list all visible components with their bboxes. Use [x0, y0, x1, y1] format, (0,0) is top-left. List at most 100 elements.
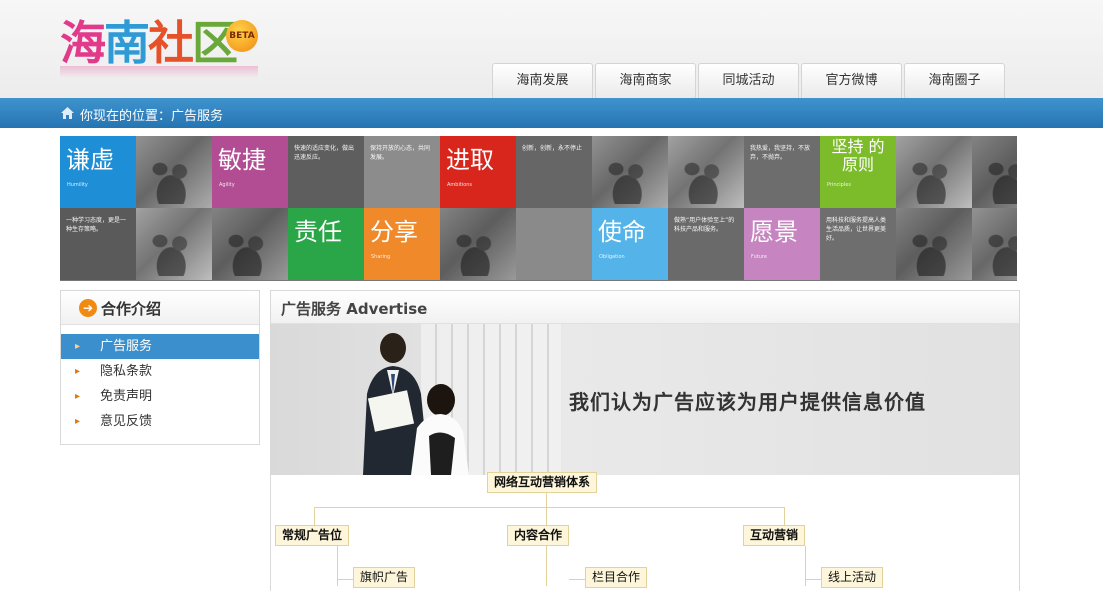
banner-photo	[668, 136, 744, 208]
banner-value-tile: 谦虚 Humility	[60, 136, 136, 208]
connector-line	[546, 507, 547, 525]
banner-caption-tile: 做熟“用户体验至上”的科技产品和服务。	[668, 208, 744, 280]
page-title: 广告服务 Advertise	[281, 300, 428, 318]
banner-caption-tile: 我热爱，我坚持，不放弃，不抛弃。	[744, 136, 820, 208]
banner-value-tile: 责任	[288, 208, 364, 280]
banner-caption-text: 我热爱，我坚持，不放弃，不抛弃。	[750, 145, 811, 161]
banner-caption-text: 做熟“用户体验至上”的科技产品和服务。	[674, 217, 735, 233]
main-nav: 海南发展 海南商家 同城活动 官方微博 海南圈子	[492, 63, 1007, 98]
business-people-illustration	[363, 333, 469, 475]
sidebar-item-privacy[interactable]: ▸ 隐私条款	[61, 359, 259, 384]
chart-node-regular-ads: 常规广告位	[275, 525, 350, 546]
values-banner: 谦虚 Humility 敏捷 Agility 快速的适应变化，做出迅速反应。 保持开放的心…	[60, 136, 1017, 281]
chart-node-banner-ads: 旗帜广告	[353, 567, 416, 588]
connector-line	[546, 546, 547, 586]
site-logo[interactable]: 海南社区 BETA	[60, 14, 258, 78]
banner-photo	[212, 208, 288, 280]
nav-tab-circle[interactable]: 海南圈子	[904, 63, 1005, 98]
banner-value-english: Obligation	[599, 254, 625, 260]
banner-value-tile: 分享 Sharing	[364, 208, 440, 280]
nav-tab-weibo[interactable]: 官方微博	[801, 63, 902, 98]
banner-value-text: 敏捷	[218, 146, 266, 174]
connector-line	[569, 579, 585, 580]
bullet-arrow-icon: ▸	[75, 366, 81, 377]
banner-value-text: 进取	[446, 146, 494, 174]
banner-value-english: Principles	[827, 182, 851, 188]
sidebar-item-feedback[interactable]: ▸ 意见反馈	[61, 409, 259, 434]
banner-value-english: Ambitions	[447, 182, 473, 188]
banner-caption-text: 保持开放的心态，共同发展。	[370, 145, 431, 161]
logo-reflection	[60, 66, 258, 78]
nav-tab-development[interactable]: 海南发展	[492, 63, 593, 98]
main-panel: 广告服务 Advertise 我们认为广告应该为用户提供信息价值 网络互动营销体…	[270, 290, 1020, 591]
bullet-arrow-icon: ▸	[75, 341, 81, 352]
chart-node-online-events: 线上活动	[821, 567, 884, 588]
arrow-right-icon: ➔	[79, 299, 97, 317]
logo-text: 海南社区	[60, 16, 238, 70]
banner-caption-text: 用科技和服务提高人类生活品质，让世界更美好。	[826, 217, 887, 242]
sidebar-item-label: 广告服务	[100, 339, 153, 354]
chart-node-content-coop: 内容合作	[507, 525, 570, 546]
banner-photo	[972, 208, 1017, 280]
banner-value-english: Agility	[219, 182, 235, 188]
banner-value-english: Sharing	[371, 254, 391, 260]
banner-value-text: 谦虚	[66, 146, 114, 174]
sidebar-title: 合作介绍	[101, 300, 162, 318]
banner-photo	[972, 136, 1017, 208]
sidebar: ➔ 合作介绍 ▸ 广告服务 ▸ 隐私条款 ▸ 免责声明 ▸ 意见反馈	[60, 290, 260, 445]
banner-photo	[440, 208, 516, 280]
sidebar-item-ad-service[interactable]: ▸ 广告服务	[61, 334, 259, 359]
banner-value-tile: 敏捷 Agility	[212, 136, 288, 208]
banner-caption-tile: 用科技和服务提高人类生活品质，让世界更美好。	[820, 208, 896, 280]
banner-value-text: 分享	[370, 218, 418, 246]
banner-caption-text: 创新，创新，永不停止	[522, 145, 583, 152]
connector-line	[314, 507, 784, 508]
site-header: 海南社区 BETA 海南发展 海南商家 同城活动 官方微博 海南圈子	[0, 0, 1103, 98]
banner-photo	[592, 136, 668, 208]
connector-line	[805, 546, 806, 586]
banner-value-tile: 愿景 Future	[744, 208, 820, 280]
chart-node-interactive: 互动营销	[743, 525, 806, 546]
banner-value-english: Humility	[67, 182, 88, 188]
connector-line	[337, 579, 353, 580]
home-icon[interactable]	[61, 107, 74, 119]
banner-photo	[896, 136, 972, 208]
sidebar-item-disclaimer[interactable]: ▸ 免责声明	[61, 384, 259, 409]
banner-value-english: Future	[751, 254, 767, 260]
breadcrumb: 你现在的位置：广告服务	[0, 98, 1103, 128]
banner-value-text: 使命	[598, 218, 646, 246]
banner-caption-tile: 创新，创新，永不停止	[516, 136, 592, 208]
chart-root-node: 网络互动营销体系	[487, 472, 598, 493]
hero-image: 我们认为广告应该为用户提供信息价值	[271, 324, 1019, 475]
sidebar-item-label: 隐私条款	[100, 364, 153, 379]
nav-tab-merchants[interactable]: 海南商家	[595, 63, 696, 98]
sidebar-header: ➔ 合作介绍	[61, 291, 259, 325]
banner-value-text: 责任	[294, 218, 342, 246]
banner-value-tile: 使命 Obligation	[592, 208, 668, 280]
connector-line	[784, 507, 785, 525]
connector-line	[546, 493, 547, 507]
connector-line	[805, 579, 821, 580]
banner-caption-tile: 保持开放的心态，共同发展。	[364, 136, 440, 208]
connector-line	[337, 546, 338, 586]
chart-node-column-coop: 栏目合作	[585, 567, 648, 588]
banner-caption-tile	[516, 208, 592, 280]
banner-value-text: 坚持 的 原则	[831, 137, 885, 174]
nav-tab-events[interactable]: 同城活动	[698, 63, 799, 98]
banner-caption-tile: 快速的适应变化，做出迅速反应。	[288, 136, 364, 208]
banner-caption-text: 一种学习态度，更是一种生存策略。	[66, 217, 127, 233]
banner-photo	[136, 136, 212, 208]
bullet-arrow-icon: ▸	[75, 416, 81, 427]
banner-caption-tile: 一种学习态度，更是一种生存策略。	[60, 208, 136, 280]
sidebar-item-label: 免责声明	[100, 389, 153, 404]
beta-badge: BETA	[226, 20, 258, 52]
hero-slogan: 我们认为广告应该为用户提供信息价值	[569, 390, 926, 414]
banner-photo	[136, 208, 212, 280]
banner-value-tile: 坚持 的 原则 Principles	[820, 136, 896, 208]
banner-value-tile: 进取 Ambitions	[440, 136, 516, 208]
banner-value-text: 愿景	[750, 218, 798, 246]
connector-line	[314, 507, 315, 525]
sidebar-list: ▸ 广告服务 ▸ 隐私条款 ▸ 免责声明 ▸ 意见反馈	[61, 334, 259, 434]
sidebar-item-label: 意见反馈	[100, 414, 153, 429]
bullet-arrow-icon: ▸	[75, 391, 81, 402]
